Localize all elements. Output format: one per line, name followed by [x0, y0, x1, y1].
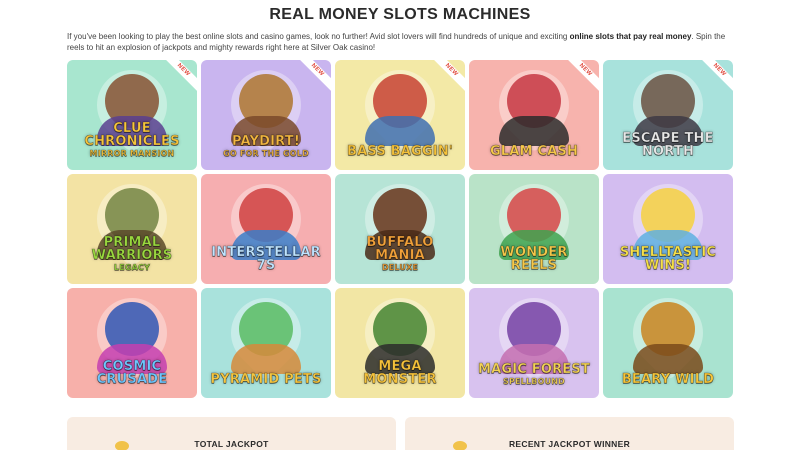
game-tile[interactable]: Magic Forest Spellbound	[469, 288, 599, 398]
game-logo-title: Pyramid Pets	[207, 372, 325, 387]
game-name: Escape the North	[622, 131, 714, 159]
recent-jackpot-winner-card: RECENT JACKPOT WINNER	[405, 417, 734, 450]
game-tile[interactable]: Buffalo Mania Deluxe	[335, 174, 465, 284]
game-logo-title: Mega Monster	[341, 359, 459, 387]
game-tile[interactable]: Escape the North NEW	[603, 60, 733, 170]
recent-jackpot-winner-label: RECENT JACKPOT WINNER	[508, 439, 631, 449]
game-name: Cosmic Crusade	[96, 359, 168, 387]
game-tile[interactable]: Beary Wild	[603, 288, 733, 398]
game-tile[interactable]: Clue Chronicles Mirror Mansion NEW	[67, 60, 197, 170]
game-logo-title: Beary Wild	[609, 372, 727, 387]
new-ribbon-badge: NEW	[562, 60, 599, 94]
game-name: Paydirt!	[231, 134, 300, 149]
game-logo-title: Wonder Reels	[475, 245, 593, 273]
game-logo-title: Paydirt! Go for the Gold	[207, 134, 325, 159]
game-name: Wonder Reels	[500, 245, 568, 273]
game-subtitle: Legacy	[113, 263, 151, 273]
intro-link-online-slots[interactable]: online slots that pay real money	[570, 32, 692, 41]
game-name: Bass Baggin'	[346, 144, 454, 159]
game-character-body-art	[365, 116, 435, 146]
game-name: Buffalo Mania	[366, 235, 434, 263]
game-subtitle: Mirror Mansion	[89, 149, 175, 159]
game-name: Magic Forest	[477, 362, 591, 377]
game-character-body-art	[231, 344, 301, 374]
new-ribbon-badge: NEW	[696, 60, 733, 94]
game-name: Mega Monster	[363, 359, 437, 387]
new-ribbon-badge: NEW	[294, 60, 331, 94]
game-tile[interactable]: Interstellar 7s	[201, 174, 331, 284]
game-character-body-art	[499, 116, 569, 146]
game-tile[interactable]: Cosmic Crusade	[67, 288, 197, 398]
game-logo-title: Buffalo Mania Deluxe	[341, 235, 459, 273]
game-tile[interactable]: Glam Cash NEW	[469, 60, 599, 170]
game-logo-title: Interstellar 7s	[207, 245, 325, 273]
intro-text-part1: If you've been looking to play the best …	[67, 32, 570, 41]
slots-grid: Clue Chronicles Mirror Mansion NEW Paydirt!…	[67, 60, 734, 398]
game-tile[interactable]: Shelltastic Wins!	[603, 174, 733, 284]
game-logo-title: Primal Warriors Legacy	[73, 235, 191, 273]
game-logo-title: Clue Chronicles Mirror Mansion	[73, 121, 191, 159]
new-ribbon-badge: NEW	[160, 60, 197, 94]
game-name: Shelltastic Wins!	[619, 245, 717, 273]
game-tile[interactable]: Paydirt! Go for the Gold NEW	[201, 60, 331, 170]
game-logo-title: Cosmic Crusade	[73, 359, 191, 387]
game-tile[interactable]: Pyramid Pets	[201, 288, 331, 398]
game-name: Beary Wild	[621, 372, 715, 387]
game-subtitle: Go for the Gold	[223, 149, 309, 159]
game-logo-title: Magic Forest Spellbound	[475, 362, 593, 387]
game-name: Interstellar 7s	[211, 245, 321, 273]
game-logo-title: Bass Baggin'	[341, 144, 459, 159]
game-character-body-art	[633, 344, 703, 374]
game-tile[interactable]: Bass Baggin' NEW	[335, 60, 465, 170]
total-jackpot-card: TOTAL JACKPOT	[67, 417, 396, 450]
game-tile[interactable]: Wonder Reels	[469, 174, 599, 284]
game-name: Clue Chronicles	[84, 121, 180, 149]
page-title: REAL MONEY SLOTS MACHINES	[269, 6, 531, 23]
game-subtitle: Spellbound	[502, 377, 565, 387]
game-logo-title: Shelltastic Wins!	[609, 245, 727, 273]
game-tile[interactable]: Mega Monster	[335, 288, 465, 398]
total-jackpot-label: TOTAL JACKPOT	[194, 439, 269, 449]
game-name: Primal Warriors	[91, 235, 173, 263]
game-logo-title: Glam Cash	[475, 144, 593, 159]
game-subtitle: Deluxe	[381, 263, 419, 273]
game-name: Pyramid Pets	[210, 372, 322, 387]
game-logo-title: Escape the North	[609, 131, 727, 159]
intro-text: If you've been looking to play the best …	[67, 32, 737, 53]
game-tile[interactable]: Primal Warriors Legacy	[67, 174, 197, 284]
game-name: Glam Cash	[489, 144, 579, 159]
new-ribbon-badge: NEW	[428, 60, 465, 94]
